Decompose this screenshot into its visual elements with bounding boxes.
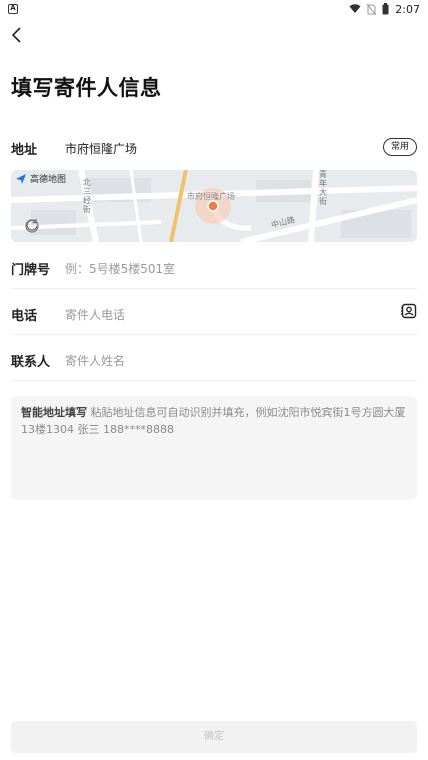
- status-time: 2:07: [395, 2, 420, 16]
- address-label: 地址: [11, 143, 38, 158]
- no-sim-icon: [367, 3, 377, 15]
- status-right: 2:07: [349, 3, 420, 16]
- divider: [11, 288, 417, 289]
- map-street-label: 北三经街: [83, 178, 91, 214]
- map-poi-label: 市府恒隆广场: [187, 192, 235, 201]
- page-title: 填写寄件人信息: [11, 76, 162, 100]
- chevron-left-icon: [11, 27, 21, 43]
- common-address-button[interactable]: 常用: [382, 138, 417, 156]
- door-input[interactable]: 例：5号楼5楼501室: [65, 260, 175, 277]
- smart-fill-title: 智能地址填写: [21, 406, 87, 419]
- contacts-icon[interactable]: [401, 303, 417, 319]
- divider: [11, 380, 417, 381]
- amap-logo: 高德地图: [15, 172, 66, 185]
- refresh-icon[interactable]: [25, 218, 39, 232]
- battery-icon: [382, 3, 389, 15]
- door-label: 门牌号: [11, 263, 51, 278]
- app-notification-icon: A: [8, 4, 18, 14]
- location-marker: [207, 200, 219, 212]
- contact-input[interactable]: 寄件人姓名: [65, 352, 125, 369]
- map-canvas: [11, 170, 417, 242]
- wifi-icon: [349, 4, 361, 13]
- contact-label: 联系人: [11, 355, 51, 370]
- status-bar: A 2:07: [0, 0, 428, 18]
- status-left: A: [8, 4, 18, 14]
- phone-label: 电话: [11, 309, 38, 324]
- divider: [11, 334, 417, 335]
- phone-input[interactable]: 寄件人电话: [65, 306, 125, 323]
- map-street-label: 青年大街: [319, 170, 327, 206]
- back-button[interactable]: [6, 24, 28, 46]
- smart-address-input[interactable]: 智能地址填写 粘贴地址信息可自动识别并填充，例如沈阳市悦宾街1号方圆大厦13楼1…: [11, 396, 417, 500]
- map-preview[interactable]: 高德地图 市府恒隆广场 北三经街 中山路 青年大街: [11, 170, 417, 242]
- amap-arrow-icon: [16, 173, 26, 184]
- address-value[interactable]: 市府恒隆广场: [65, 140, 137, 157]
- map-provider-label: 高德地图: [30, 175, 67, 185]
- confirm-button[interactable]: 确定: [11, 721, 417, 753]
